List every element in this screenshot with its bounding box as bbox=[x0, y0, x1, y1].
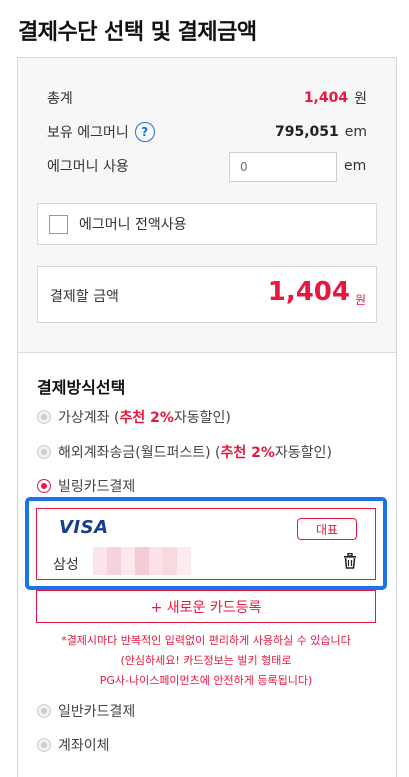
virtual-account-rec: 추천 2% bbox=[119, 410, 174, 426]
notice-line: (안심하세요! 카드정보는 빌키 형태로 bbox=[120, 654, 292, 667]
visa-logo: VISA bbox=[59, 517, 109, 538]
use-label: 에그머니 사용 bbox=[47, 159, 129, 175]
overseas-prefix: 해외계좌송금(월드퍼스트) ( bbox=[58, 445, 221, 461]
method-general-card[interactable]: 일반카드결제 bbox=[37, 701, 135, 721]
method-virtual-account[interactable]: 가상계좌 (추천 2% 자동할인) bbox=[37, 407, 231, 427]
total-row: 총계 1,404 원 bbox=[47, 87, 367, 109]
radio-icon[interactable] bbox=[37, 738, 51, 752]
general-card-label: 일반카드결제 bbox=[58, 704, 136, 720]
new-card-button[interactable]: + 새로운 카드등록 bbox=[36, 590, 376, 623]
method-bank-transfer[interactable]: 계좌이체 bbox=[37, 735, 110, 755]
billing-card-label: 빌링카드결제 bbox=[58, 479, 136, 495]
method-billing-card[interactable]: 빌링카드결제 bbox=[37, 476, 135, 496]
total-label: 총계 bbox=[47, 91, 73, 107]
use-all-box[interactable]: 에그머니 전액사용 bbox=[37, 203, 377, 245]
radio-icon[interactable] bbox=[37, 704, 51, 718]
egg-money-input[interactable] bbox=[229, 152, 337, 182]
card-issuer: 삼성 bbox=[53, 557, 79, 573]
use-unit: em bbox=[344, 158, 367, 174]
pay-unit: 원 bbox=[354, 293, 366, 307]
registered-card[interactable]: VISA 대표 삼성 bbox=[36, 508, 376, 580]
billing-notice: *결제시마다 반복적인 입력없이 편리하게 사용하실 수 있습니다 (안심하세요… bbox=[36, 631, 376, 691]
use-egg-money-row: 에그머니 사용 bbox=[47, 155, 129, 177]
use-all-checkbox[interactable] bbox=[49, 214, 68, 234]
use-all-label: 에그머니 전액사용 bbox=[79, 217, 187, 233]
help-icon[interactable]: ? bbox=[134, 122, 155, 142]
held-label: 보유 에그머니 bbox=[47, 125, 129, 141]
trash-icon[interactable] bbox=[343, 553, 357, 569]
notice-line: PG사-나이스페이먼츠에 안전하게 등록됩니다) bbox=[99, 674, 313, 687]
page-title: 결제수단 선택 및 결제금액 bbox=[18, 20, 257, 45]
payment-summary: 총계 1,404 원 보유 에그머니 ? 795,051 em 에그머니 사용 … bbox=[18, 58, 396, 353]
notice-line: *결제시마다 반복적인 입력없이 편리하게 사용하실 수 있습니다 bbox=[61, 634, 351, 647]
method-overseas-transfer[interactable]: 해외계좌송금(월드퍼스트) (추천 2% 자동할인) bbox=[37, 442, 332, 462]
total-unit: 원 bbox=[354, 91, 367, 107]
radio-selected-icon[interactable] bbox=[37, 479, 51, 493]
radio-icon[interactable] bbox=[37, 410, 51, 424]
held-egg-money-row: 보유 에그머니 ? 795,051 em bbox=[47, 121, 367, 143]
held-unit: em bbox=[344, 124, 367, 140]
masked-card-number bbox=[93, 547, 191, 575]
overseas-suffix: 자동할인) bbox=[274, 445, 332, 461]
total-amount: 1,404 bbox=[303, 90, 349, 106]
representative-badge[interactable]: 대표 bbox=[297, 518, 357, 540]
bank-transfer-label: 계좌이체 bbox=[58, 738, 110, 754]
held-amount: 795,051 bbox=[274, 124, 339, 140]
radio-icon[interactable] bbox=[37, 445, 51, 459]
pay-amount: 1,404 bbox=[267, 277, 350, 307]
method-title: 결제방식선택 bbox=[37, 378, 126, 397]
pay-label: 결제할 금액 bbox=[50, 289, 119, 305]
virtual-account-suffix: 자동할인) bbox=[173, 410, 231, 426]
pay-amount-box: 결제할 금액 1,404 원 bbox=[37, 266, 377, 323]
virtual-account-prefix: 가상계좌 ( bbox=[58, 410, 120, 426]
overseas-rec: 추천 2% bbox=[220, 445, 275, 461]
